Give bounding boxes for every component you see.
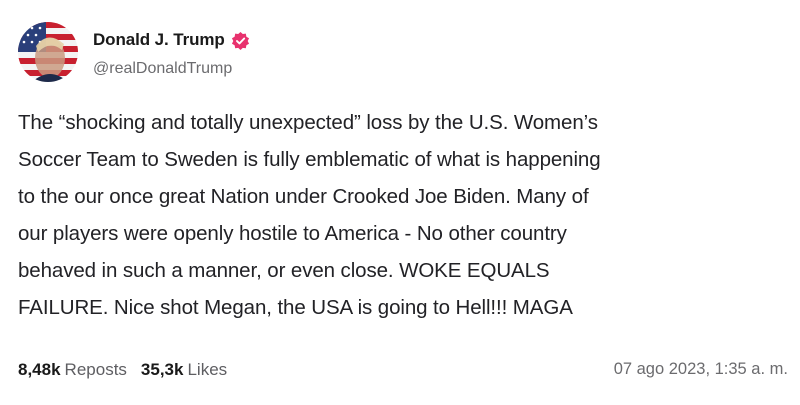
likes-count: 35,3k <box>140 360 184 379</box>
likes-stat[interactable]: 35,3k Likes <box>141 360 227 380</box>
post-stats: 8,48k Reposts 35,3k Likes <box>18 360 227 380</box>
post-line: Soccer Team to Sweden is fully emblemati… <box>18 148 601 171</box>
author-block: Donald J. Trump @realDonaldTrump <box>93 28 250 78</box>
reposts-label: Reposts <box>64 360 127 379</box>
author-name-row: Donald J. Trump <box>93 28 250 52</box>
author-handle[interactable]: @realDonaldTrump <box>93 60 250 78</box>
likes-label: Likes <box>187 360 228 379</box>
reposts-count: 8,48k <box>18 360 61 379</box>
post-line: our players were openly hostile to Ameri… <box>18 222 567 245</box>
post-body: The “shocking and totally unexpected” lo… <box>18 104 788 326</box>
avatar[interactable] <box>18 22 78 82</box>
verified-badge-icon <box>231 31 250 50</box>
author-display-name[interactable]: Donald J. Trump <box>93 30 225 50</box>
avatar-image <box>18 22 78 82</box>
post-line: The “shocking and totally unexpected” lo… <box>18 111 598 134</box>
social-post: Donald J. Trump @realDonaldTrump The “sh… <box>0 0 800 405</box>
post-line: to the our once great Nation under Crook… <box>18 185 589 208</box>
post-line: FAILURE. Nice shot Megan, the USA is goi… <box>18 296 573 319</box>
reposts-stat[interactable]: 8,48k Reposts <box>18 360 127 380</box>
post-timestamp[interactable]: 07 ago 2023, 1:35 a. m. <box>614 360 788 379</box>
post-line: behaved in such a manner, or even close.… <box>18 259 550 282</box>
